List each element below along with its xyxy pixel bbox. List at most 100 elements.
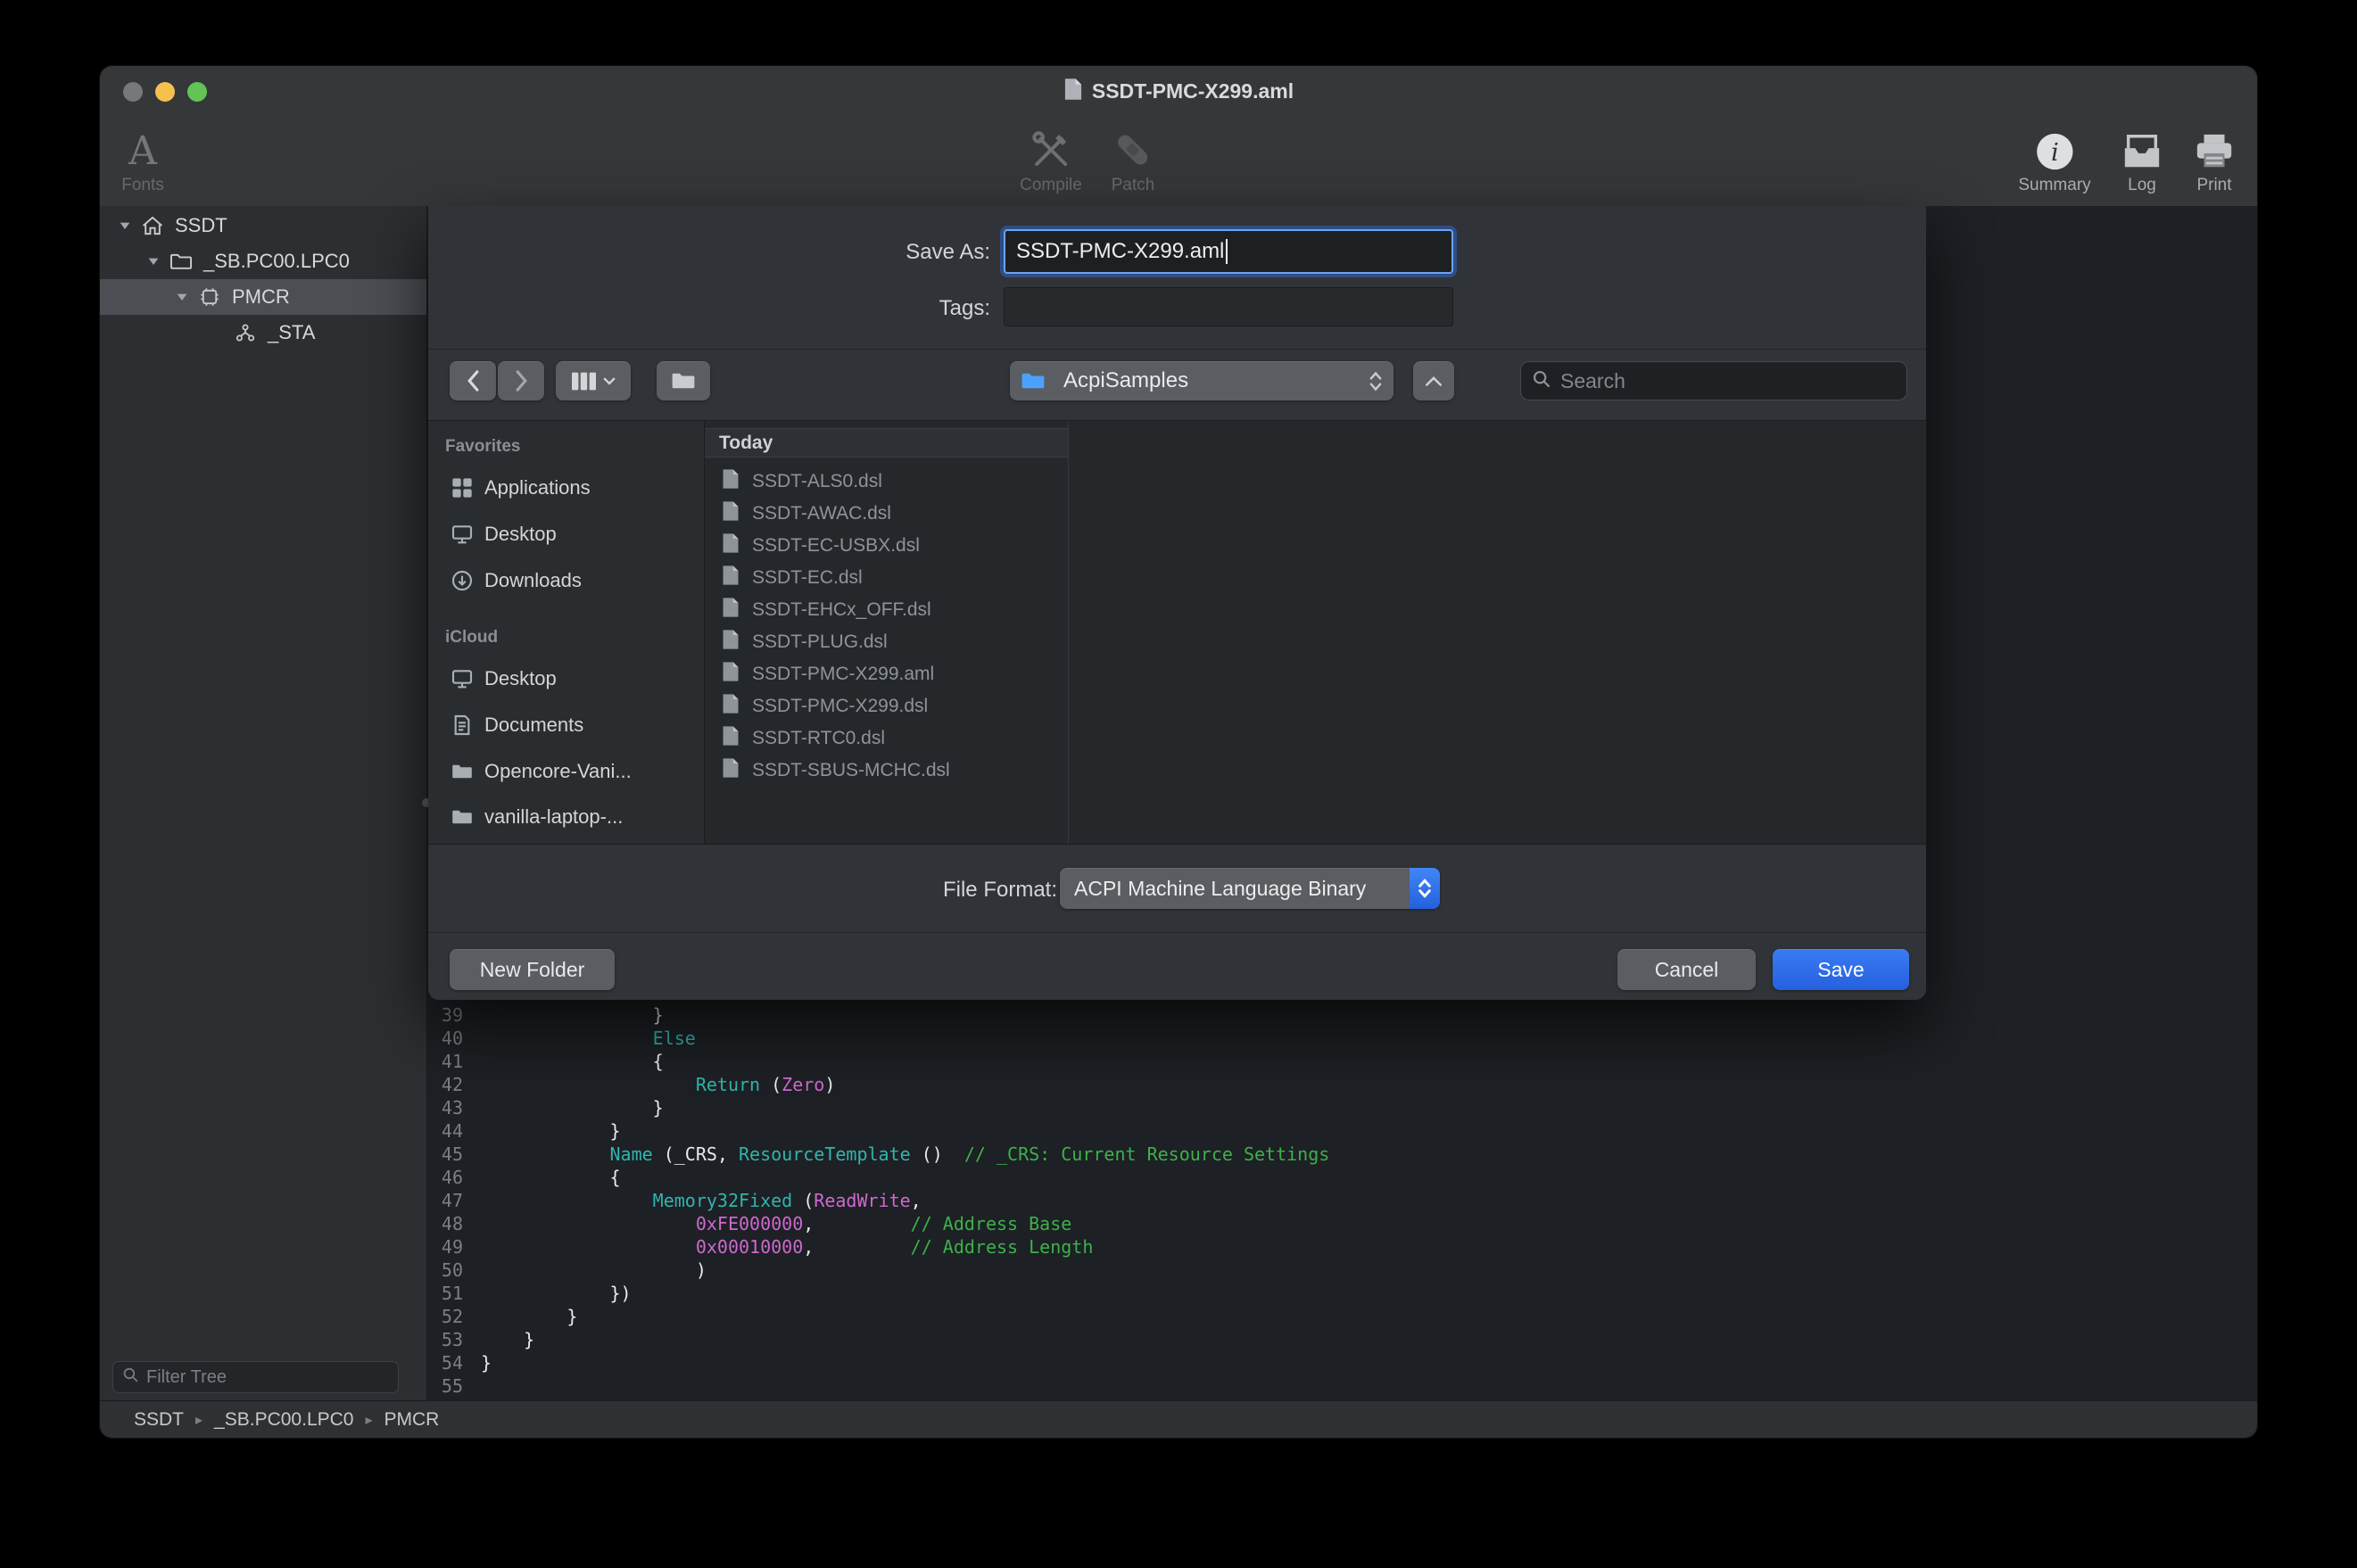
- disclosure-triangle-icon[interactable]: [146, 254, 161, 268]
- cancel-button[interactable]: Cancel: [1617, 949, 1756, 990]
- code-text: }: [463, 1119, 621, 1143]
- line-number: 41: [427, 1050, 463, 1073]
- search-icon: [1532, 369, 1551, 393]
- new-folder-button[interactable]: New Folder: [450, 949, 615, 990]
- line-number: 51: [427, 1282, 463, 1305]
- search-field[interactable]: Search: [1520, 361, 1907, 400]
- sidebar-item-icloud-desktop[interactable]: Desktop: [428, 661, 704, 697]
- tree-row-ssdt[interactable]: SSDT: [100, 208, 426, 243]
- disclosure-triangle-icon[interactable]: [118, 219, 132, 233]
- document-icon: [722, 661, 740, 688]
- tree-sidebar: SSDT _SB.PC00.LPC0 PMCR: [100, 206, 427, 1401]
- tree-row-scope[interactable]: _SB.PC00.LPC0: [100, 243, 426, 279]
- document-icon: [722, 725, 740, 752]
- status-path-bar: SSDT ▸ _SB.PC00.LPC0 ▸ PMCR: [100, 1400, 2257, 1438]
- code-line: 45 Name (_CRS, ResourceTemplate () // _C…: [427, 1143, 2257, 1166]
- sidebar-item-desktop[interactable]: Desktop: [428, 516, 704, 552]
- forward-button[interactable]: [498, 361, 544, 400]
- folder-icon: [451, 763, 473, 780]
- sidebar-item-downloads[interactable]: Downloads: [428, 563, 704, 598]
- file-name: SSDT-EC-USBX.dsl: [752, 535, 920, 557]
- code-line: 43 }: [427, 1096, 2257, 1119]
- code-line: 46 {: [427, 1166, 2257, 1189]
- folder-icon: [451, 808, 473, 826]
- line-number: 43: [427, 1096, 463, 1119]
- patch-icon: [1112, 120, 1154, 171]
- file-name: SSDT-PLUG.dsl: [752, 631, 888, 653]
- chevron-right-icon: [515, 369, 528, 392]
- sidebar-item-documents[interactable]: Documents: [428, 707, 704, 743]
- save-as-field[interactable]: SSDT-PMC-X299.aml: [1004, 229, 1453, 274]
- document-icon: [722, 500, 740, 527]
- file-row[interactable]: SSDT-SBUS-MCHC.dsl: [705, 755, 1068, 787]
- file-row[interactable]: SSDT-ALS0.dsl: [705, 466, 1068, 498]
- app-window: SSDT-PMC-X299.aml A Fonts Compile: [100, 66, 2257, 1438]
- line-number: 49: [427, 1235, 463, 1259]
- document-proxy-icon: [1063, 78, 1083, 105]
- file-row[interactable]: SSDT-PMC-X299.aml: [705, 658, 1068, 690]
- separator: [428, 349, 1926, 350]
- tags-field[interactable]: [1004, 287, 1453, 326]
- toolbar-item-log[interactable]: Log: [2121, 120, 2163, 195]
- path-segment[interactable]: PMCR: [385, 1409, 440, 1431]
- folder-icon: [671, 371, 696, 391]
- line-number: 46: [427, 1166, 463, 1189]
- code-line: 50 ): [427, 1259, 2257, 1282]
- file-row[interactable]: SSDT-PLUG.dsl: [705, 626, 1068, 658]
- file-row[interactable]: SSDT-EC-USBX.dsl: [705, 530, 1068, 562]
- code-line: 39 }: [427, 1003, 2257, 1027]
- sidebar-item-applications[interactable]: Applications: [428, 470, 704, 506]
- code-line: 41 {: [427, 1050, 2257, 1073]
- path-segment[interactable]: _SB.PC00.LPC0: [214, 1409, 353, 1431]
- tree-row-sta[interactable]: _STA: [100, 315, 426, 351]
- line-number: 40: [427, 1027, 463, 1050]
- toolbar-item-patch[interactable]: Patch: [1112, 120, 1155, 195]
- file-row[interactable]: SSDT-RTC0.dsl: [705, 722, 1068, 755]
- search-icon: [122, 1366, 139, 1388]
- file-row[interactable]: SSDT-PMC-X299.dsl: [705, 690, 1068, 722]
- toolbar-item-print[interactable]: Print: [2194, 120, 2235, 195]
- title-row: SSDT-PMC-X299.aml: [100, 66, 2257, 116]
- blue-folder-icon: [1021, 371, 1046, 391]
- file-row[interactable]: SSDT-EC.dsl: [705, 562, 1068, 594]
- document-icon: [722, 757, 740, 784]
- line-number: 53: [427, 1328, 463, 1351]
- file-row[interactable]: SSDT-EHCx_OFF.dsl: [705, 594, 1068, 626]
- code-line: 51 }): [427, 1282, 2257, 1305]
- desktop-icon: [451, 668, 473, 689]
- line-number: 39: [427, 1003, 463, 1027]
- view-mode-button[interactable]: [556, 361, 631, 400]
- document-icon: [722, 693, 740, 720]
- file-format-popup[interactable]: ACPI Machine Language Binary: [1060, 868, 1440, 909]
- desktop-background: SSDT-PMC-X299.aml A Fonts Compile: [0, 0, 2357, 1568]
- save-button[interactable]: Save: [1773, 949, 1909, 990]
- back-button[interactable]: [450, 361, 496, 400]
- toolbar-item-summary[interactable]: i Summary: [2018, 120, 2090, 195]
- desktop-icon: [451, 524, 473, 545]
- toolbar-item-compile[interactable]: Compile: [1020, 120, 1082, 195]
- toolbar-item-fonts[interactable]: A Fonts: [121, 120, 164, 195]
- file-column: Today SSDT-ALS0.dsl SSDT-AWAC.dsl SSDT-E…: [705, 421, 1069, 844]
- file-name: SSDT-EHCx_OFF.dsl: [752, 599, 931, 621]
- line-number: 54: [427, 1351, 463, 1374]
- up-directory-button[interactable]: [1413, 361, 1454, 400]
- method-icon: [234, 323, 257, 342]
- folder-view-button[interactable]: [657, 361, 710, 400]
- sidebar-item-opencore-folder[interactable]: Opencore-Vani...: [428, 754, 704, 789]
- tree-row-pmcr[interactable]: PMCR: [100, 279, 426, 315]
- applications-icon: [451, 477, 473, 499]
- up-down-chevrons-icon: [1418, 878, 1432, 899]
- file-name: SSDT-SBUS-MCHC.dsl: [752, 760, 950, 781]
- filter-tree-input[interactable]: Filter Tree: [112, 1361, 399, 1393]
- code-text: }: [463, 1003, 664, 1027]
- document-icon: [722, 532, 740, 559]
- code-text: }): [463, 1282, 632, 1305]
- file-row[interactable]: SSDT-AWAC.dsl: [705, 498, 1068, 530]
- section-header-favorites: Favorites: [445, 437, 520, 457]
- code-text: ): [463, 1259, 707, 1282]
- document-icon: [722, 565, 740, 591]
- path-segment[interactable]: SSDT: [134, 1409, 184, 1431]
- location-popup[interactable]: AcpiSamples: [1010, 361, 1394, 400]
- sidebar-item-vanilla-folder[interactable]: vanilla-laptop-...: [428, 799, 704, 835]
- disclosure-triangle-icon[interactable]: [175, 290, 189, 304]
